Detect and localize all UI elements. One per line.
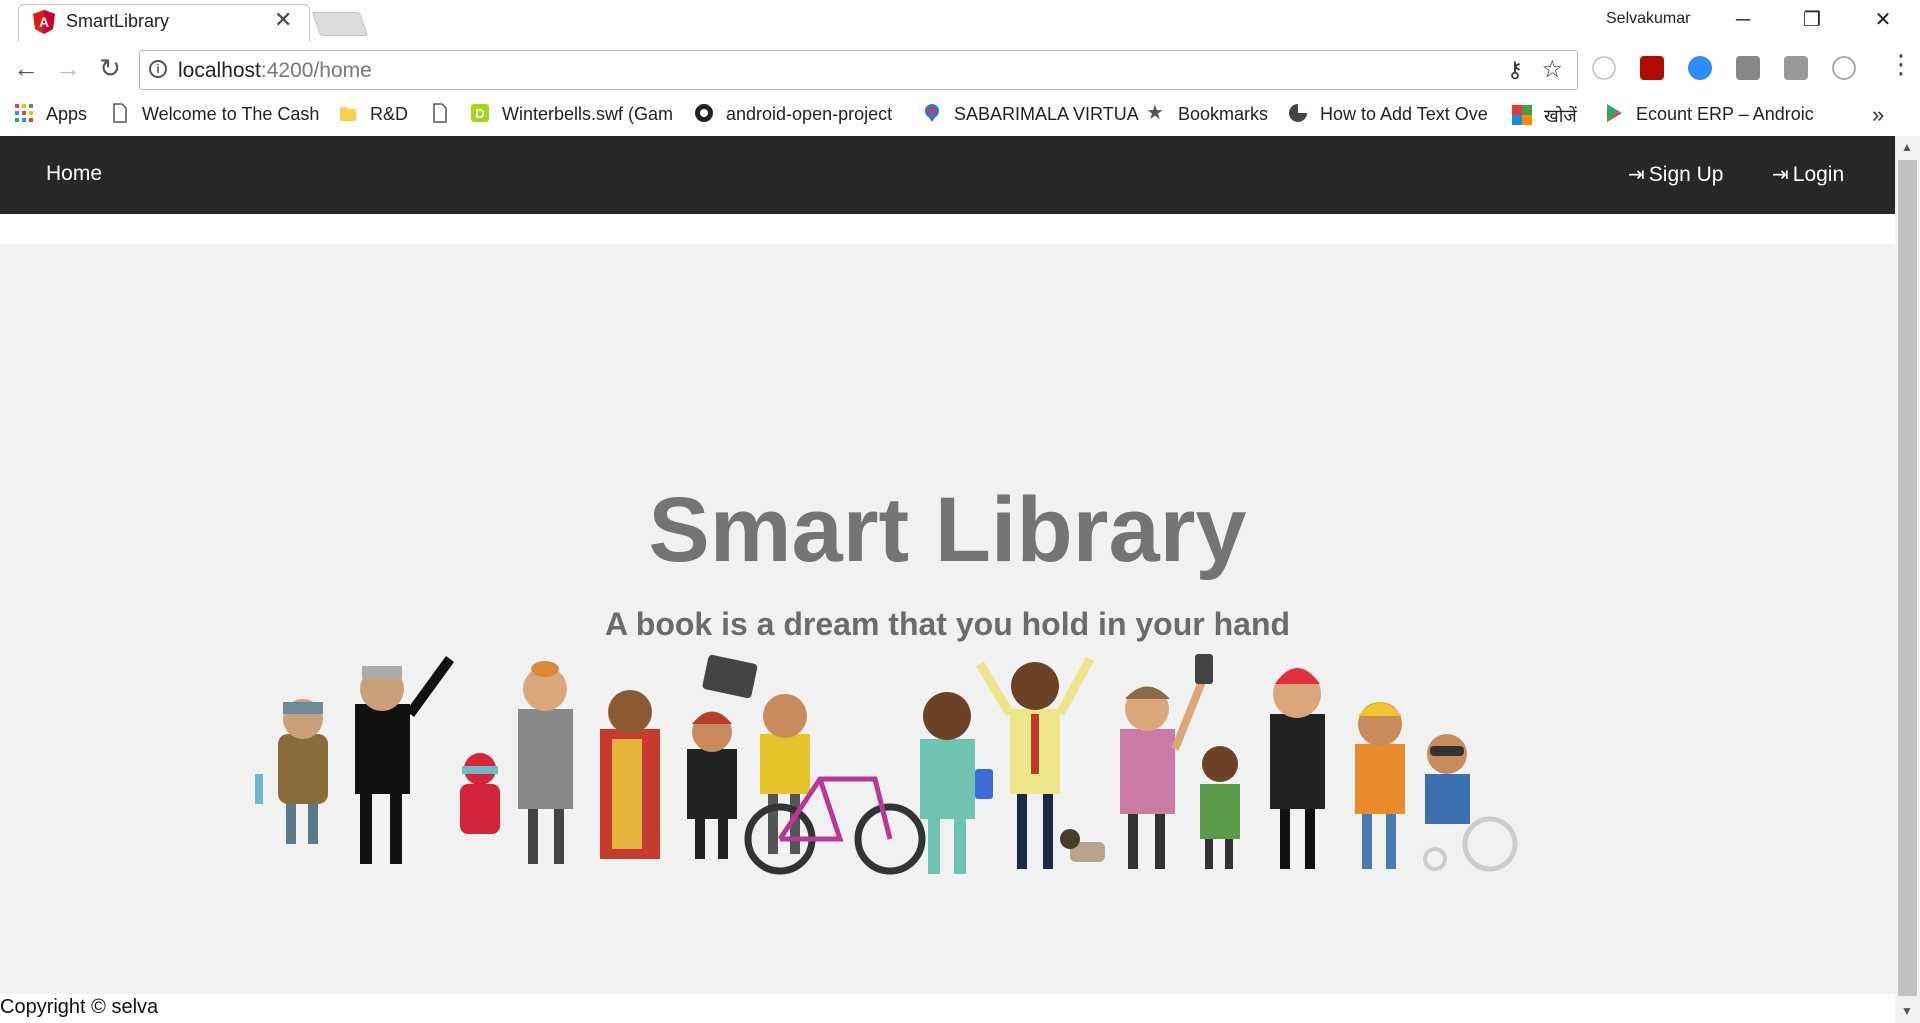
page-icon — [433, 103, 447, 123]
bookmarks-bar: Apps Welcome to The Cash R&D D Winterbell… — [0, 98, 1920, 137]
play-store-icon — [1607, 104, 1622, 123]
apps-grid-icon — [15, 104, 33, 123]
angular-icon: A — [33, 10, 55, 34]
map-pin-icon — [925, 104, 939, 123]
bookmark-winterbells[interactable]: D Winterbells.swf (Gam — [470, 104, 673, 130]
bookmark-label: How to Add Text Ove — [1320, 104, 1488, 124]
login-label: Login — [1792, 163, 1845, 186]
bookmark-label: Bookmarks — [1178, 104, 1269, 124]
map-icon — [1512, 105, 1532, 126]
extension-refresh-icon[interactable] — [1592, 56, 1616, 80]
svg-text:A: A — [39, 14, 49, 30]
bookmark-label: खोजें — [1544, 106, 1577, 126]
figure-14-wheelchair — [1423, 734, 1518, 872]
scroll-down-icon[interactable]: ▼ — [1901, 1004, 1913, 1018]
key-icon[interactable]: ⚷ — [1507, 57, 1523, 83]
bookmark-label: Ecount ERP – Androic — [1636, 104, 1814, 124]
figure-2 — [355, 656, 455, 864]
figure-3 — [460, 753, 500, 834]
bookmark-label: Apps — [46, 104, 88, 124]
bookmark-add-text[interactable]: How to Add Text Ove — [1288, 104, 1488, 130]
tab-title: SmartLibrary — [66, 11, 170, 31]
figure-10 — [1120, 654, 1213, 869]
signin-icon: ⇥ — [1628, 164, 1645, 186]
bookmark-ecount[interactable]: Ecount ERP – Androic — [1604, 104, 1814, 130]
scroll-thumb[interactable] — [1898, 160, 1917, 996]
vertical-scrollbar[interactable]: ▲ ▼ — [1895, 136, 1920, 1023]
bookmark-label: SABARIMALA VIRTUA — [954, 104, 1139, 124]
back-icon[interactable]: ← — [10, 52, 42, 84]
copyright-footer: Copyright © selva — [0, 996, 159, 1018]
extension-icon[interactable] — [1784, 56, 1808, 80]
address-bar[interactable]: i localhost:4200/home ⚷ ☆ — [139, 50, 1578, 90]
bookmark-rnd[interactable]: R&D — [338, 104, 408, 130]
signup-label: Sign Up — [1648, 163, 1724, 186]
camera-extension-icon[interactable] — [1736, 56, 1760, 80]
dog — [1060, 829, 1105, 862]
url-host: localhost — [178, 59, 261, 82]
figure-4 — [518, 661, 573, 864]
minimize-icon[interactable]: ─ — [1720, 4, 1766, 36]
game-icon: D — [471, 104, 489, 123]
info-icon[interactable]: i — [149, 60, 167, 78]
pdf-extension-icon[interactable] — [1640, 56, 1664, 80]
browser-toolbar: ← → ↻ i localhost:4200/home ⚷ ☆ ⋮ — [0, 42, 1920, 98]
figure-11 — [1200, 746, 1240, 869]
folder-icon — [340, 107, 356, 122]
profile-name[interactable]: Selvakumar — [1606, 10, 1690, 28]
figure-12 — [1270, 668, 1325, 869]
tab-strip: A SmartLibrary ✕ Selvakumar ─ ❐ ✕ — [0, 0, 1920, 43]
figure-13 — [1355, 702, 1405, 869]
nav-home-link[interactable]: Home — [46, 162, 102, 186]
url-text[interactable]: localhost:4200/home — [178, 59, 372, 83]
bookmark-blank-page[interactable] — [430, 103, 462, 130]
figure-8 — [920, 692, 993, 874]
zoom-extension-icon[interactable] — [1688, 56, 1712, 80]
close-window-icon[interactable]: ✕ — [1860, 4, 1906, 36]
v-extension-icon[interactable] — [1832, 56, 1856, 80]
bookmark-sabarimala[interactable]: SABARIMALA VIRTUA — [922, 104, 1139, 130]
page-icon — [113, 103, 127, 123]
scroll-up-icon[interactable]: ▲ — [1901, 140, 1913, 154]
hero-jumbotron: Smart Library A book is a dream that you… — [0, 244, 1895, 994]
reload-icon[interactable]: ↻ — [94, 52, 126, 84]
bookmark-khojen[interactable]: खोजें — [1512, 104, 1577, 130]
web-page: Home ⇥ Sign Up ⇥ Login Smart Library A boo… — [0, 136, 1895, 1023]
bookmark-android-open[interactable]: android-open-project — [694, 104, 892, 130]
login-link[interactable]: ⇥ Login — [1772, 162, 1844, 187]
forward-icon[interactable]: → — [52, 52, 84, 84]
star-icon: ★ — [1146, 102, 1164, 125]
android-people-illustration — [255, 654, 1518, 875]
restore-icon[interactable]: ❐ — [1789, 4, 1835, 36]
tab-close-icon[interactable]: ✕ — [274, 9, 292, 31]
site-navbar: Home ⇥ Sign Up ⇥ Login — [0, 136, 1895, 214]
github-icon — [695, 104, 713, 123]
url-path: :4200/home — [260, 59, 372, 82]
pie-icon — [1289, 104, 1307, 123]
bookmark-label: Welcome to The Cash — [142, 104, 320, 124]
bookmark-apps[interactable]: Apps — [14, 104, 87, 130]
browser-menu-icon[interactable]: ⋮ — [1888, 50, 1914, 78]
figure-1 — [255, 699, 328, 844]
bookmark-label: android-open-project — [726, 104, 893, 124]
hero-subtitle: A book is a dream that you hold in your … — [604, 606, 1291, 642]
bookmark-label: R&D — [370, 104, 409, 124]
hero-title: Smart Library — [648, 479, 1247, 581]
signin-icon: ⇥ — [1772, 164, 1789, 186]
svg-text:D: D — [475, 106, 484, 121]
bookmark-label: Winterbells.swf (Gam — [502, 104, 674, 124]
signup-link[interactable]: ⇥ Sign Up — [1628, 162, 1723, 187]
new-tab-button[interactable] — [311, 12, 369, 36]
more-bookmarks-icon[interactable]: » — [1872, 102, 1884, 128]
bookmark-star-icon[interactable]: ☆ — [1541, 55, 1563, 84]
bookmark-cash[interactable]: Welcome to The Cash — [110, 103, 320, 130]
figure-5 — [600, 690, 660, 859]
bookmark-bookmarks[interactable]: ★ Bookmarks — [1146, 102, 1269, 130]
